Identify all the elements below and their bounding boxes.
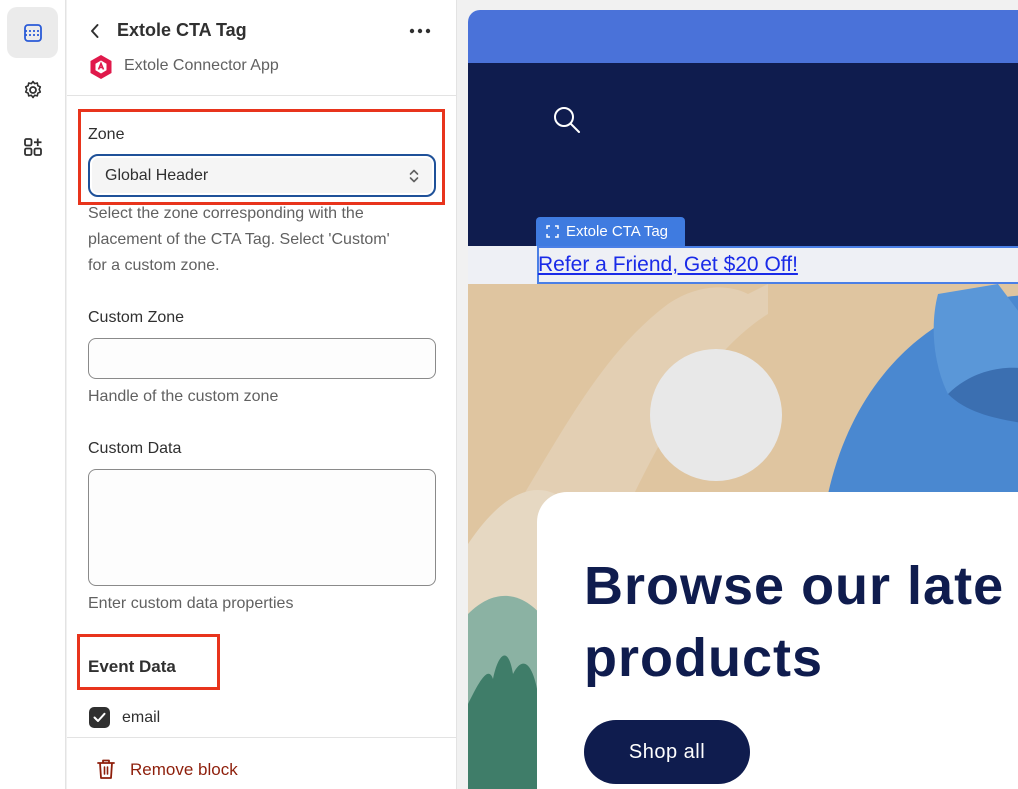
- more-actions-button[interactable]: [407, 18, 433, 44]
- icon-rail: [0, 0, 66, 789]
- apps-add-icon: [23, 137, 42, 156]
- trash-icon: [97, 759, 115, 779]
- search-icon[interactable]: [552, 105, 582, 135]
- back-button[interactable]: [85, 18, 105, 44]
- remove-block-button[interactable]: Remove block: [130, 760, 238, 780]
- app-name: Extole Connector App: [124, 57, 279, 74]
- block-frame-icon: [546, 225, 559, 238]
- storefront-preview: Refer a Friend, Get $20 Off! Extole CTA …: [468, 10, 1018, 789]
- sections-nav-button[interactable]: [7, 7, 58, 58]
- custom-zone-input[interactable]: [88, 338, 436, 379]
- chevron-left-icon: [91, 24, 99, 38]
- custom-data-textarea[interactable]: [88, 469, 436, 586]
- email-checkbox-label: email: [122, 709, 161, 726]
- refer-friend-link[interactable]: Refer a Friend, Get $20 Off!: [538, 253, 798, 277]
- custom-data-label: Custom Data: [88, 440, 182, 457]
- more-horizontal-icon: [409, 28, 431, 34]
- apps-nav-button[interactable]: [7, 121, 58, 172]
- announcement-bar: [468, 10, 1018, 63]
- block-settings-panel: Extole CTA Tag Extole Connector App Zone…: [67, 0, 457, 789]
- cta-tag-badge-label: Extole CTA Tag: [566, 223, 668, 240]
- extole-logo-icon: [90, 55, 112, 79]
- custom-data-help-text: Enter custom data properties: [88, 595, 294, 612]
- sections-icon: [23, 23, 42, 42]
- panel-header: Extole CTA Tag Extole Connector App: [67, 0, 456, 96]
- custom-zone-help-text: Handle of the custom zone: [88, 388, 279, 405]
- cta-tag-badge[interactable]: Extole CTA Tag: [536, 217, 685, 246]
- zone-help-text: Select the zone corresponding with the p…: [88, 205, 390, 274]
- checkmark-icon: [93, 712, 106, 722]
- panel-footer: Remove block: [67, 737, 456, 789]
- settings-nav-button[interactable]: [7, 64, 58, 115]
- event-data-highlight-annotation: [77, 634, 220, 690]
- hero-heading: Browse our late products: [584, 556, 1005, 688]
- shop-all-button[interactable]: Shop all: [584, 720, 750, 784]
- custom-zone-label: Custom Zone: [88, 309, 185, 326]
- zone-highlight-annotation: [78, 109, 445, 205]
- gear-icon: [24, 80, 41, 98]
- email-checkbox[interactable]: [89, 707, 110, 728]
- hero-content-card: Browse our late products Shop all: [537, 492, 1018, 789]
- panel-title: Extole CTA Tag: [117, 20, 247, 40]
